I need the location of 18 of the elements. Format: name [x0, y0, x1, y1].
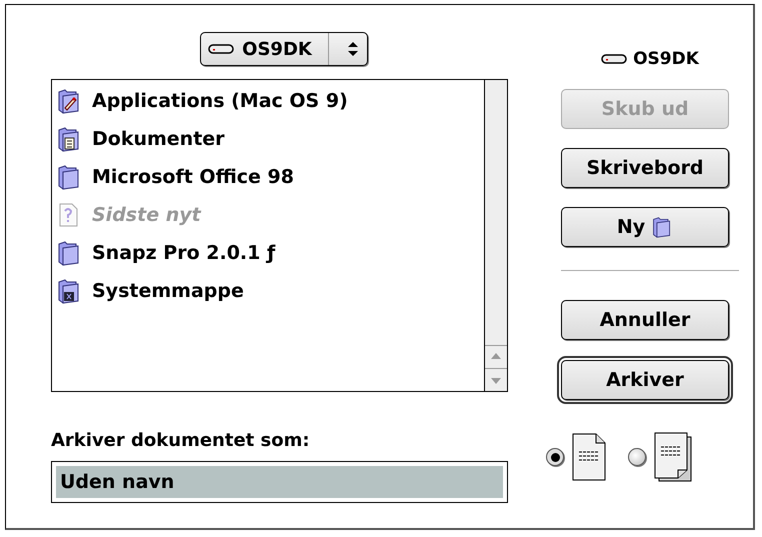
radio-button[interactable] [546, 448, 564, 466]
file-name-field[interactable]: Uden navn [51, 461, 508, 503]
dialog-button[interactable]: Skrivebord [561, 148, 729, 188]
dialog-button[interactable]: Annuller [561, 300, 729, 340]
volume-name: OS9DK [633, 49, 699, 69]
file-list-item[interactable]: Dokumenter [92, 128, 225, 150]
dialog-button[interactable]: Ny [561, 207, 729, 247]
volume-popup-label: OS9DK [242, 38, 312, 60]
stationery-icon [654, 432, 692, 482]
file-list-item[interactable]: Systemmappe [92, 280, 244, 302]
volume-popup-menu[interactable]: OS9DK [200, 32, 368, 66]
radio-button[interactable] [628, 448, 646, 466]
file-list-item[interactable]: Microsoft Office 98 [92, 166, 294, 188]
save-as-label: Arkiver dokumentet som: [51, 430, 311, 451]
document-icon [572, 433, 606, 481]
up-down-arrows-icon [346, 41, 359, 57]
file-list-item[interactable]: Snapz Pro 2.0.1 ƒ [92, 242, 276, 264]
file-list-item[interactable]: Applications (Mac OS 9) [92, 90, 348, 112]
